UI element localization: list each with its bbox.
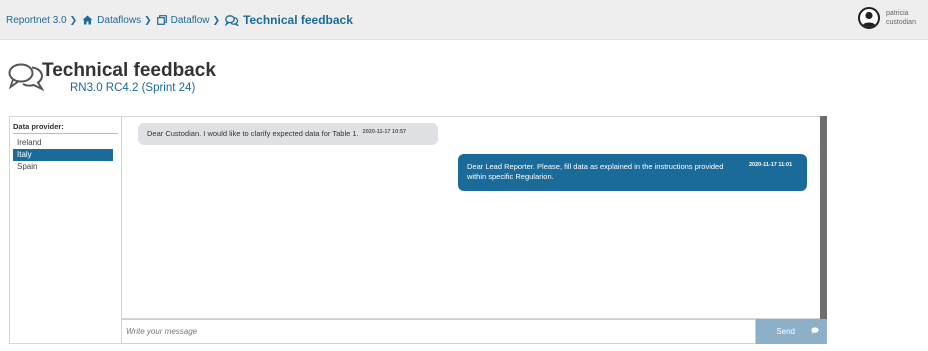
user-name: patricia custodian	[886, 10, 916, 26]
breadcrumb-label: Reportnet 3.0	[6, 14, 67, 26]
breadcrumb: Reportnet 3.0 ❯ Dataflows ❯ Dataflow ❯ T…	[6, 13, 353, 27]
page-title: Technical feedback	[42, 60, 216, 81]
user-menu[interactable]: patricia custodian	[858, 7, 926, 29]
message-timestamp: 2020-11-17 11:01	[749, 162, 793, 168]
message-list-scrollbar[interactable]	[820, 116, 827, 319]
message-text: Dear Lead Reporter. Please, fill data as…	[467, 162, 724, 181]
breadcrumb-item-reportnet[interactable]: Reportnet 3.0	[6, 15, 67, 26]
send-button[interactable]: Send	[756, 319, 827, 344]
home-icon	[82, 15, 93, 25]
clone-icon	[156, 15, 167, 25]
breadcrumb-item-dataflows[interactable]: Dataflows	[82, 15, 141, 26]
breadcrumb-item-dataflow[interactable]: Dataflow	[156, 14, 210, 26]
send-label: Send	[776, 327, 795, 336]
breadcrumb-label: Dataflows	[97, 14, 142, 26]
breadcrumb-current-label: Technical feedback	[243, 13, 353, 27]
message-timestamp: 2020-11-17 10:57	[362, 129, 407, 135]
message-text: Dear Custodian. I would like to clarify …	[147, 129, 359, 138]
comments-icon	[225, 14, 239, 26]
provider-item-ireland[interactable]: Ireland	[13, 137, 113, 149]
message-input[interactable]	[122, 319, 756, 344]
breadcrumb-label: Dataflow	[170, 14, 210, 26]
comment-icon	[811, 327, 819, 336]
chevron-right-icon: ❯	[212, 14, 221, 25]
avatar[interactable]	[858, 7, 880, 29]
top-bar: Reportnet 3.0 ❯ Dataflows ❯ Dataflow ❯ T…	[0, 0, 928, 40]
data-provider-label: Data provider:	[13, 122, 64, 131]
chevron-right-icon: ❯	[69, 14, 78, 25]
message-list[interactable]	[122, 116, 827, 319]
dataflow-subtitle: RN3.0 RC4.2 (Sprint 24)	[70, 82, 196, 94]
message-outgoing: Dear Lead Reporter. Please, fill data as…	[458, 154, 807, 191]
message-composer: Send	[122, 319, 827, 344]
provider-item-italy[interactable]: Italy	[13, 149, 113, 161]
message-incoming: Dear Custodian. I would like to clarify …	[138, 123, 438, 145]
comments-icon	[8, 63, 44, 92]
data-provider-panel: Data provider: Ireland Italy Spain	[9, 116, 122, 344]
breadcrumb-current: Technical feedback	[225, 13, 353, 27]
page-header: Technical feedback RN3.0 RC4.2 (Sprint 2…	[8, 60, 216, 94]
provider-item-spain[interactable]: Spain	[13, 161, 113, 173]
chevron-right-icon: ❯	[144, 14, 152, 25]
